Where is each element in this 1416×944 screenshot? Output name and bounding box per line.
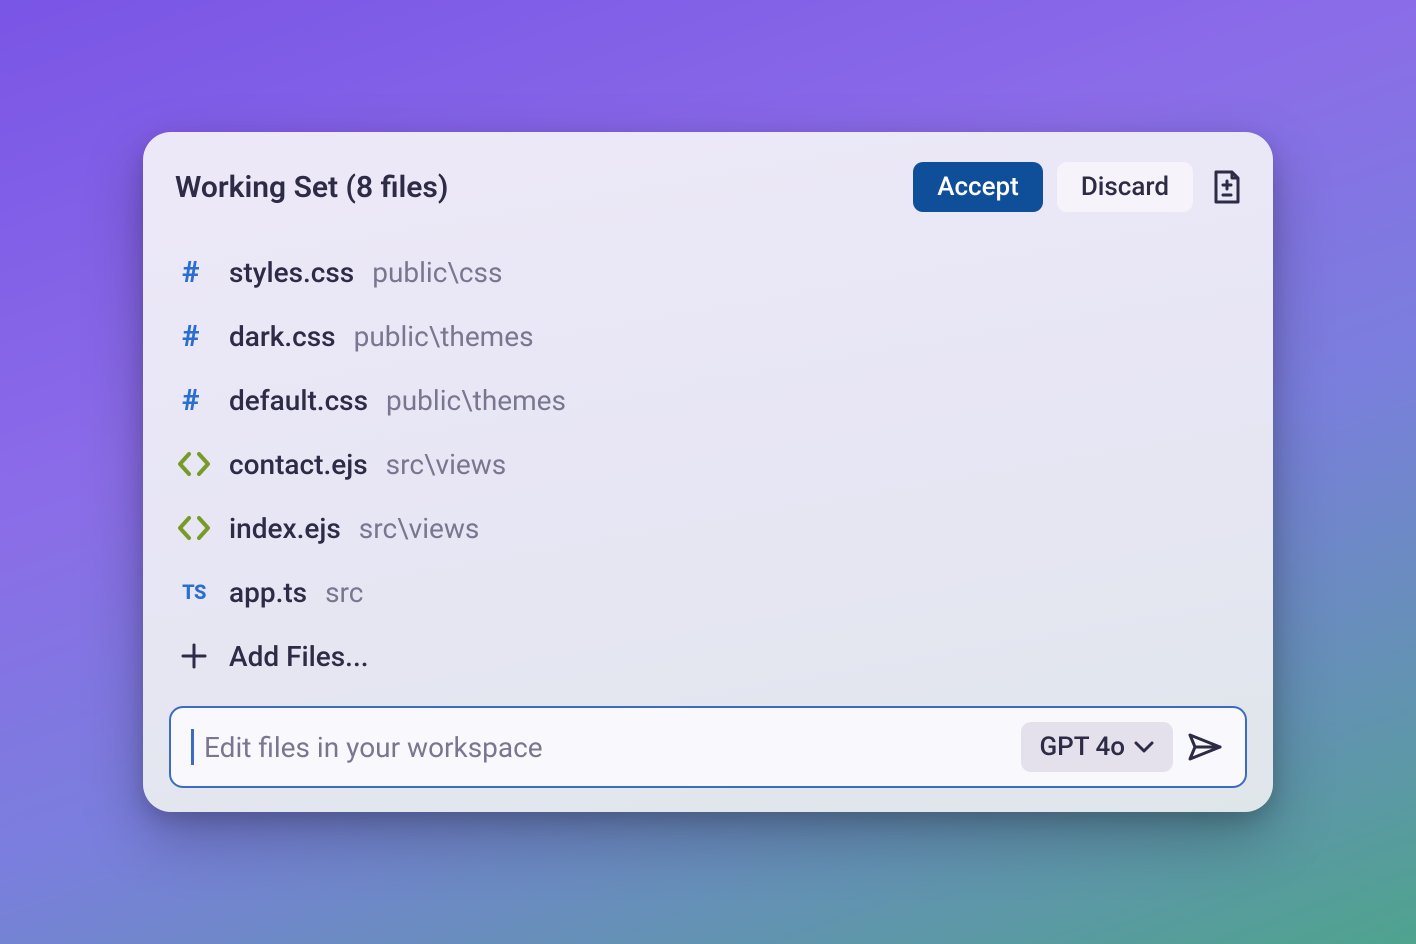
file-row[interactable]: contact.ejs src\views	[169, 432, 1247, 496]
model-label: GPT 4o	[1039, 732, 1125, 762]
file-row[interactable]: # styles.css public\css	[169, 240, 1247, 304]
file-name: styles.css	[229, 256, 354, 289]
working-set-panel: Working Set (8 files) Accept Discard # s…	[143, 132, 1273, 812]
file-name: dark.css	[229, 320, 336, 353]
chevron-down-icon	[1133, 740, 1155, 754]
text-caret	[191, 729, 194, 765]
svg-text:#: #	[182, 385, 200, 415]
file-row[interactable]: # default.css public\themes	[169, 368, 1247, 432]
file-path: public\themes	[354, 320, 534, 353]
add-files-button[interactable]: Add Files...	[169, 624, 1247, 688]
panel-title: Working Set (8 files)	[175, 170, 448, 205]
diff-icon-button[interactable]	[1207, 167, 1247, 207]
diff-icon	[1212, 170, 1242, 204]
svg-text:#: #	[182, 321, 200, 351]
panel-header: Working Set (8 files) Accept Discard	[169, 162, 1247, 212]
send-button[interactable]	[1183, 725, 1227, 769]
header-actions: Accept Discard	[913, 162, 1247, 212]
svg-text:#: #	[182, 257, 200, 287]
file-path: public\css	[372, 256, 502, 289]
prompt-placeholder: Edit files in your workspace	[204, 731, 1011, 764]
css-file-icon: #	[177, 319, 211, 353]
css-file-icon: #	[177, 383, 211, 417]
file-row[interactable]: index.ejs src\views	[169, 496, 1247, 560]
prompt-input-bar[interactable]: Edit files in your workspace GPT 4o	[169, 706, 1247, 788]
css-file-icon: #	[177, 255, 211, 289]
send-icon	[1187, 731, 1223, 763]
ejs-file-icon	[177, 511, 211, 545]
model-selector[interactable]: GPT 4o	[1021, 722, 1173, 772]
discard-button[interactable]: Discard	[1057, 162, 1193, 212]
file-path: src	[325, 576, 363, 609]
file-path: public\themes	[386, 384, 566, 417]
file-name: app.ts	[229, 576, 307, 609]
file-name: contact.ejs	[229, 448, 368, 481]
add-files-label: Add Files...	[229, 640, 369, 673]
ejs-file-icon	[177, 447, 211, 481]
file-path: src\views	[359, 512, 480, 545]
file-row[interactable]: TS app.ts src	[169, 560, 1247, 624]
file-path: src\views	[386, 448, 507, 481]
file-name: default.css	[229, 384, 368, 417]
file-list: # styles.css public\css # dark.css publi…	[169, 240, 1247, 688]
file-row[interactable]: # dark.css public\themes	[169, 304, 1247, 368]
accept-button[interactable]: Accept	[913, 162, 1043, 212]
ts-file-icon: TS	[177, 575, 211, 609]
file-name: index.ejs	[229, 512, 341, 545]
plus-icon	[177, 639, 211, 673]
